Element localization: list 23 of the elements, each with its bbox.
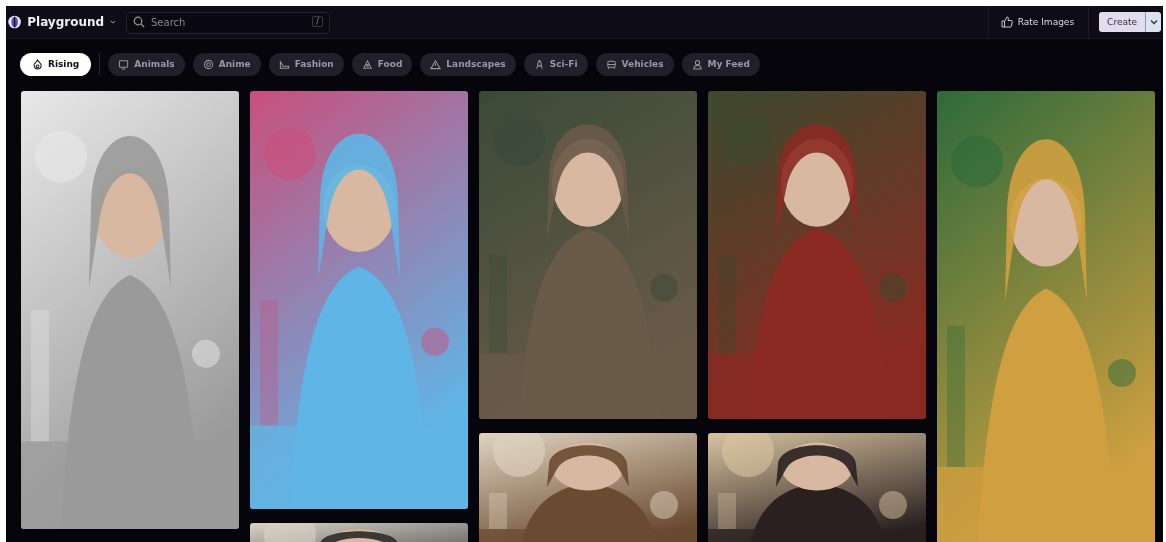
filter-chip[interactable]: Anime <box>192 52 261 76</box>
chevron-down-icon[interactable] <box>110 19 116 25</box>
car-icon <box>605 58 617 70</box>
user-icon <box>691 58 703 70</box>
monitor-icon <box>118 58 130 70</box>
rate-images-button[interactable]: Rate Images <box>987 6 1090 38</box>
filter-chip[interactable]: My Feed <box>681 52 760 76</box>
filter-chip[interactable]: Food <box>351 52 413 76</box>
mountain-icon <box>430 58 442 70</box>
filter-chip[interactable]: Sci-Fi <box>523 52 588 76</box>
shortcut-key: / <box>312 16 323 27</box>
flame-icon <box>32 58 43 70</box>
filter-chip[interactable]: Vehicles <box>595 52 674 76</box>
filter-chip[interactable]: Fashion <box>268 52 344 76</box>
create-menu-button[interactable] <box>1145 12 1161 32</box>
filter-chip[interactable]: Rising <box>20 52 92 76</box>
create-button[interactable]: Create <box>1099 12 1145 32</box>
filter-chip[interactable]: Landscapes <box>420 52 516 76</box>
filter-chip[interactable]: Animals <box>108 52 185 76</box>
thumbs-up-icon <box>1000 16 1013 28</box>
chevron-down-icon <box>1149 19 1158 25</box>
search-icon <box>133 16 145 28</box>
brand-name[interactable]: Playground <box>27 15 105 29</box>
